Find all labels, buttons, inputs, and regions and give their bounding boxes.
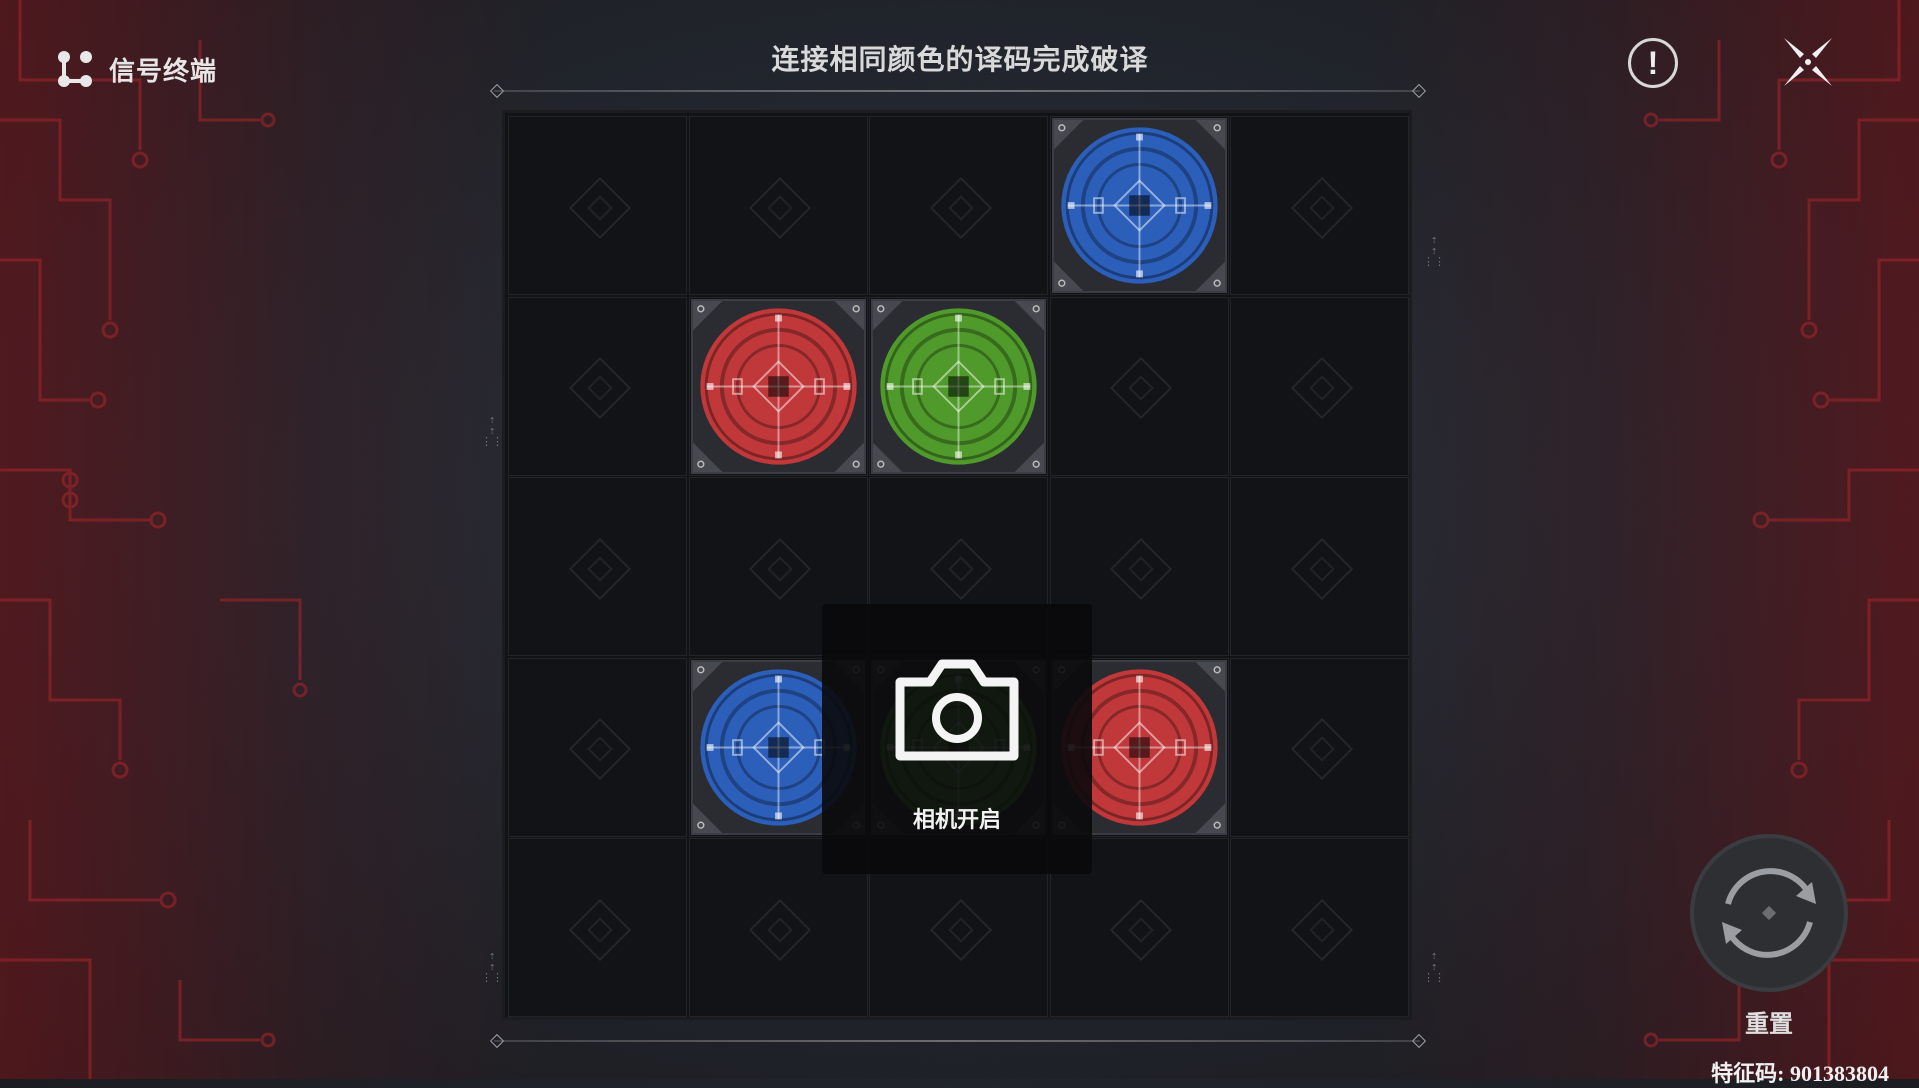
- empty-slot-icon: [568, 717, 631, 781]
- decoder-red-icon: [692, 300, 864, 472]
- decoder-node-green[interactable]: [871, 298, 1046, 474]
- divider-diamond: [489, 1033, 505, 1049]
- empty-slot-icon: [1109, 356, 1173, 420]
- title-divider: [494, 90, 1420, 92]
- empty-slot-icon: [748, 176, 812, 239]
- decoder-green-icon: [873, 300, 1044, 472]
- grid-cell[interactable]: [869, 116, 1048, 295]
- grid-cell[interactable]: [1230, 116, 1409, 295]
- side-marker: ⇡ ⇡ ⋮⋮: [481, 949, 503, 984]
- side-marker: ⇡ ⇡ ⋮⋮: [481, 413, 503, 448]
- empty-slot-icon: [929, 898, 992, 961]
- empty-slot-icon: [568, 356, 631, 420]
- side-marker: ⇡ ⇡ ⋮⋮: [1423, 233, 1445, 268]
- exclamation-icon: !: [1647, 44, 1659, 81]
- decoder-node-blue[interactable]: [1051, 118, 1227, 293]
- reset-button[interactable]: [1690, 834, 1848, 992]
- grid-cell[interactable]: [688, 116, 868, 295]
- empty-slot-icon: [929, 537, 992, 600]
- empty-slot-icon: [1290, 356, 1353, 420]
- divider-diamond: [489, 83, 505, 99]
- circuit-pattern-left: [0, 0, 308, 1079]
- empty-slot-icon: [1290, 176, 1353, 239]
- side-marker: ⇡ ⇡ ⋮⋮: [1423, 949, 1445, 984]
- close-button[interactable]: [1780, 34, 1836, 90]
- camera-toggle[interactable]: 相机开启: [822, 604, 1092, 874]
- info-button[interactable]: !: [1628, 38, 1678, 88]
- logo-label: 信号终端: [109, 55, 218, 86]
- grid-cell[interactable]: [508, 657, 687, 837]
- divider-diamond: [1411, 1033, 1427, 1049]
- empty-slot-icon: [1290, 717, 1353, 781]
- reset-label: 重置: [1745, 1011, 1793, 1038]
- grid-cell[interactable]: [508, 838, 687, 1017]
- close-icon: [1784, 38, 1832, 86]
- empty-slot-icon: [748, 537, 812, 600]
- grid-cell[interactable]: [508, 296, 687, 476]
- grid-cell[interactable]: [508, 477, 687, 656]
- camera-icon: [895, 659, 1019, 761]
- grid-cell[interactable]: [1230, 838, 1409, 1017]
- empty-slot-icon: [1290, 537, 1353, 600]
- signal-terminal-icon: [58, 51, 92, 87]
- feature-code: 特征码: 901383804: [1711, 1061, 1889, 1086]
- empty-slot-icon: [1290, 898, 1353, 961]
- empty-slot-icon: [929, 176, 992, 239]
- empty-slot-icon: [568, 537, 631, 600]
- page-title: 连接相同颜色的译码完成破译: [771, 44, 1149, 75]
- empty-slot-icon: [748, 898, 812, 961]
- divider-diamond: [1411, 83, 1427, 99]
- grid-cell[interactable]: [508, 116, 687, 295]
- empty-slot-icon: [568, 898, 631, 961]
- logo: 信号终端: [55, 48, 217, 90]
- decoder-blue-icon: [1053, 120, 1225, 291]
- puzzle-board: [502, 110, 1412, 1020]
- decoder-node-red[interactable]: [690, 298, 866, 474]
- refresh-icon: [1722, 868, 1816, 958]
- empty-slot-icon: [1109, 537, 1173, 600]
- grid-cell[interactable]: [1049, 296, 1229, 476]
- grid-cell[interactable]: [1230, 477, 1409, 656]
- grid-cell[interactable]: [1230, 657, 1409, 837]
- empty-slot-icon: [1109, 898, 1173, 961]
- bottom-divider: [494, 1040, 1420, 1042]
- grid-cell[interactable]: [1230, 296, 1409, 476]
- camera-label: 相机开启: [912, 807, 1001, 832]
- empty-slot-icon: [568, 176, 631, 239]
